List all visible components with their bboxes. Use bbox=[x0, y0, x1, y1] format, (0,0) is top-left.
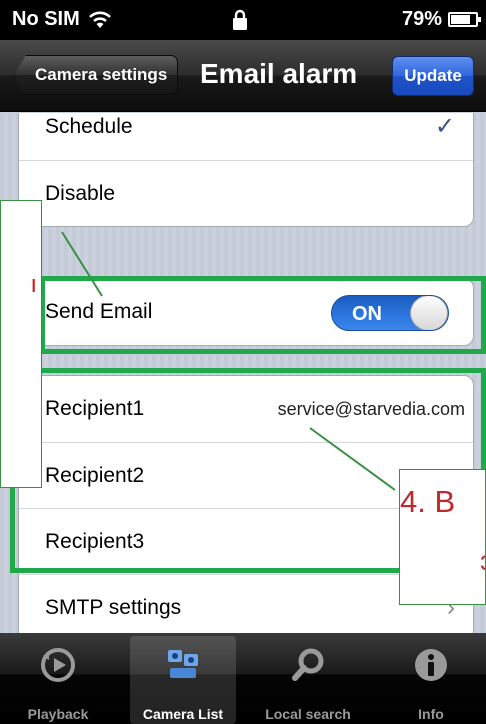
carrier-info: No SIM bbox=[12, 8, 112, 31]
schedule-label: Schedule bbox=[45, 115, 133, 138]
smtp-settings-label: SMTP settings bbox=[45, 596, 182, 619]
update-button[interactable]: Update bbox=[392, 56, 474, 96]
disable-row[interactable]: Disable bbox=[19, 160, 473, 226]
back-button[interactable]: Camera settings bbox=[14, 55, 179, 95]
checkmark-icon: ✓ bbox=[434, 113, 455, 140]
tab-camera-list-label: Camera List bbox=[142, 706, 224, 722]
lock-icon bbox=[233, 9, 247, 30]
tab-info-label: Info bbox=[418, 706, 444, 722]
battery-status: 79% bbox=[401, 8, 481, 31]
playback-icon bbox=[41, 648, 75, 682]
info-icon bbox=[415, 649, 447, 681]
battery-percent: 79% bbox=[401, 8, 442, 30]
tab-playback[interactable]: Playback bbox=[5, 636, 111, 724]
annotation-callout-right: 4. В э bbox=[399, 469, 486, 605]
search-icon bbox=[292, 648, 324, 681]
battery-icon bbox=[448, 12, 481, 27]
annotation-step-text-2: э bbox=[480, 545, 485, 577]
wifi-icon bbox=[88, 11, 111, 28]
annotation-left-text: ı bbox=[30, 271, 37, 298]
send-email-highlight bbox=[40, 276, 486, 354]
page-title: Email alarm bbox=[200, 58, 358, 89]
nav-bar: Camera settings Email alarm Update bbox=[0, 40, 486, 112]
tab-info[interactable]: Info bbox=[378, 636, 484, 724]
carrier-label: No SIM bbox=[12, 8, 80, 30]
schedule-row[interactable]: Schedule ✓ bbox=[19, 113, 473, 160]
camera-list-icon bbox=[168, 650, 198, 678]
disable-label: Disable bbox=[45, 182, 116, 205]
tab-camera-list[interactable]: Camera List bbox=[130, 636, 236, 724]
tab-bar: Playback Camera List Local search Info bbox=[0, 633, 486, 724]
alarm-mode-group: Schedule ✓ Disable bbox=[18, 113, 474, 227]
status-bar: No SIM 79% bbox=[0, 0, 486, 40]
tab-playback-label: Playback bbox=[27, 706, 89, 722]
tab-local-search-label: Local search bbox=[265, 706, 351, 722]
battery-fill bbox=[451, 15, 470, 24]
tab-local-search[interactable]: Local search bbox=[255, 636, 361, 724]
annotation-callout-left: ı bbox=[0, 200, 42, 488]
annotation-step-text: 4. В bbox=[400, 484, 456, 519]
